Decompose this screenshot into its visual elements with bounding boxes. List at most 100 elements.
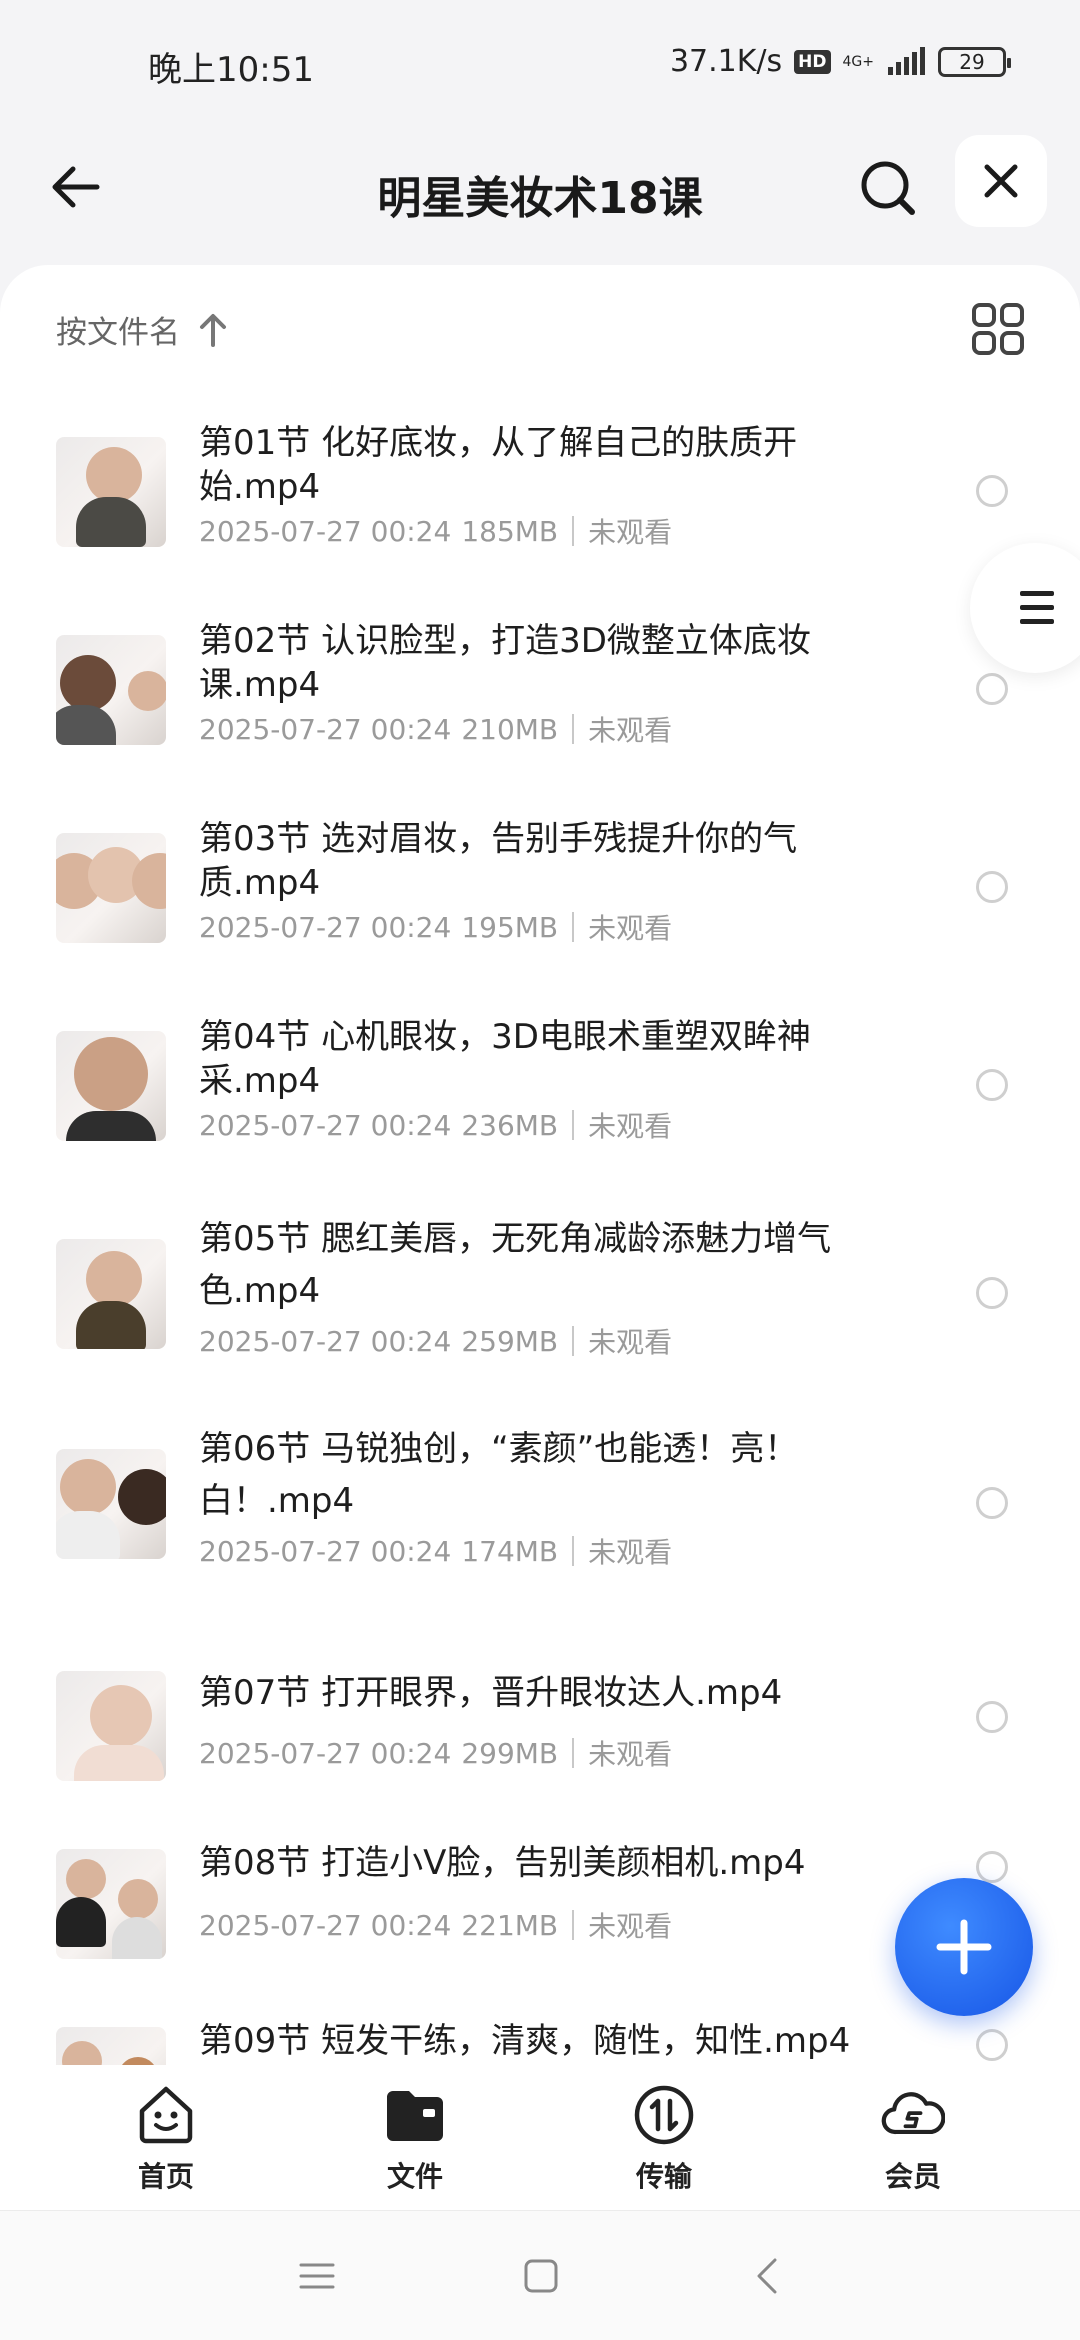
battery-icon: 29: [938, 46, 1011, 77]
file-name: 第04节 心机眼妆，3D电眼术重塑双眸神采.mp4: [199, 1017, 811, 1101]
cloud-vip-icon: [881, 2083, 945, 2147]
status-bar: 晚上10:51 37.1K/s HD 4G+ 29: [0, 0, 1080, 130]
file-meta: 2025-07-27 00:24 221MB 未观看: [199, 1905, 672, 1945]
sort-label: 按文件名: [56, 315, 180, 351]
file-meta: 2025-07-27 00:24 259MB 未观看: [199, 1321, 672, 1361]
select-radio[interactable]: [976, 1277, 1008, 1309]
bottom-nav: 首页 文件 传输 会员: [0, 2065, 1080, 2210]
file-date: 2025-07-27 00:24: [199, 1108, 452, 1142]
file-name: 第08节 打造小V脸，告别美颜相机.mp4: [199, 1843, 806, 1883]
transfer-icon: [632, 2083, 696, 2147]
file-date: 2025-07-27 00:24: [199, 1736, 452, 1770]
home-square-icon: [524, 2259, 558, 2293]
video-thumbnail: [56, 1671, 166, 1781]
watch-status: 未观看: [588, 1110, 673, 1143]
system-home-button[interactable]: [516, 2251, 566, 2301]
watch-status: 未观看: [588, 1536, 673, 1569]
file-name: 第06节 马锐独创，“素颜”也能透！亮！白！.mp4: [199, 1429, 799, 1521]
file-row[interactable]: 第07节 打开眼界，晋升眼妆达人.mp4 2025-07-27 00:24 29…: [0, 1627, 1080, 1807]
system-menu-button[interactable]: [292, 2251, 342, 2301]
select-radio[interactable]: [976, 1701, 1008, 1733]
nav-label: 文件: [386, 2160, 443, 2193]
smile-face-icon: [134, 2083, 198, 2147]
video-thumbnail: [56, 1031, 166, 1141]
file-date: 2025-07-27 00:24: [199, 910, 452, 944]
watch-status: 未观看: [588, 714, 673, 747]
file-row[interactable]: 第01节 化好底妆，从了解自己的肤质开始.mp4 2025-07-27 00:2…: [0, 415, 1080, 595]
watch-status: 未观看: [588, 516, 673, 549]
select-radio[interactable]: [976, 1487, 1008, 1519]
nav-item-files[interactable]: 文件: [335, 2083, 495, 2195]
file-size: 174MB: [461, 1534, 559, 1568]
file-size: 259MB: [461, 1324, 559, 1358]
file-meta: 2025-07-27 00:24 299MB 未观看: [199, 1733, 672, 1773]
add-fab-button[interactable]: [895, 1878, 1033, 2016]
file-name: 第01节 化好底妆，从了解自己的肤质开始.mp4: [199, 423, 798, 507]
file-date: 2025-07-27 00:24: [199, 1324, 452, 1358]
nav-item-vip[interactable]: 会员: [833, 2083, 993, 2195]
file-list-panel: 按文件名 第01节 化好底妆，从了解自己的肤质开始.mp4 2025-07-27…: [0, 265, 1080, 2065]
sort-control[interactable]: 按文件名: [56, 307, 228, 352]
video-thumbnail: [56, 2027, 166, 2065]
nav-label: 首页: [137, 2160, 194, 2193]
file-row[interactable]: 第06节 马锐独创，“素颜”也能透！亮！白！.mp4 2025-07-27 00…: [0, 1417, 1080, 1627]
file-name: 第05节 腮红美唇，无死角减龄添魅力增气色.mp4: [199, 1219, 832, 1311]
select-radio[interactable]: [976, 1069, 1008, 1101]
file-name: 第02节 认识脸型，打造3D微整立体底妆课.mp4: [199, 621, 811, 705]
watch-status: 未观看: [588, 1910, 673, 1943]
file-size: 185MB: [461, 514, 559, 548]
file-date: 2025-07-27 00:24: [199, 1908, 452, 1942]
signal-icon: [888, 46, 925, 75]
file-row[interactable]: 第04节 心机眼妆，3D电眼术重塑双眸神采.mp4 2025-07-27 00:…: [0, 1009, 1080, 1189]
meta-divider: [572, 912, 575, 942]
network-speed: 37.1K/s: [669, 44, 783, 79]
meta-divider: [572, 1536, 575, 1566]
select-radio[interactable]: [976, 673, 1008, 705]
nav-item-home[interactable]: 首页: [86, 2083, 246, 2195]
video-thumbnail: [56, 1239, 166, 1349]
video-thumbnail: [56, 833, 166, 943]
system-nav-bar: [0, 2210, 1080, 2340]
video-thumbnail: [56, 437, 166, 547]
file-size: 210MB: [461, 712, 559, 746]
status-time: 晚上10:51: [148, 50, 314, 90]
search-icon: [861, 161, 915, 215]
file-row[interactable]: 第03节 选对眉妆，告别手残提升你的气质.mp4 2025-07-27 00:2…: [0, 811, 1080, 991]
file-size: 299MB: [461, 1736, 559, 1770]
view-toggle-button[interactable]: [970, 301, 1026, 357]
system-back-button[interactable]: [742, 2251, 792, 2301]
top-app-bar: 明星美妆术18课: [0, 130, 1080, 270]
file-meta: 2025-07-27 00:24 195MB 未观看: [199, 907, 672, 947]
file-size: 236MB: [461, 1108, 559, 1142]
file-meta: 2025-07-27 00:24 210MB 未观看: [199, 709, 672, 749]
meta-divider: [572, 516, 575, 546]
file-row[interactable]: 第05节 腮红美唇，无死角减龄添魅力增气色.mp4 2025-07-27 00:…: [0, 1207, 1080, 1417]
video-thumbnail: [56, 635, 166, 745]
watch-status: 未观看: [588, 912, 673, 945]
select-radio[interactable]: [976, 475, 1008, 507]
file-size: 195MB: [461, 910, 559, 944]
meta-divider: [572, 714, 575, 744]
file-name: 第07节 打开眼界，晋升眼妆达人.mp4: [199, 1673, 783, 1713]
file-date: 2025-07-27 00:24: [199, 1534, 452, 1568]
file-meta: 2025-07-27 00:24 236MB 未观看: [199, 1105, 672, 1145]
grid-view-icon: [972, 303, 1024, 355]
file-meta: 2025-07-27 00:24 185MB 未观看: [199, 511, 672, 551]
video-thumbnail: [56, 1849, 166, 1959]
menu-lines-icon: [1020, 591, 1054, 633]
plus-icon: [936, 1919, 992, 1975]
video-thumbnail: [56, 1449, 166, 1559]
back-chevron-icon: [757, 2258, 777, 2294]
close-button[interactable]: [955, 135, 1047, 227]
status-indicators: 37.1K/s HD 4G+ 29: [669, 44, 1011, 79]
file-name: 第09节 短发干练，清爽，随性，知性.mp4: [199, 2021, 851, 2061]
meta-divider: [572, 1326, 575, 1356]
meta-divider: [572, 1738, 575, 1768]
select-radio[interactable]: [976, 871, 1008, 903]
menu-icon: [299, 2263, 335, 2289]
search-button[interactable]: [852, 152, 924, 224]
select-radio[interactable]: [976, 2029, 1008, 2061]
nav-item-transfer[interactable]: 传输: [584, 2083, 744, 2195]
file-row[interactable]: 第02节 认识脸型，打造3D微整立体底妆课.mp4 2025-07-27 00:…: [0, 613, 1080, 793]
select-radio[interactable]: [976, 1851, 1008, 1883]
